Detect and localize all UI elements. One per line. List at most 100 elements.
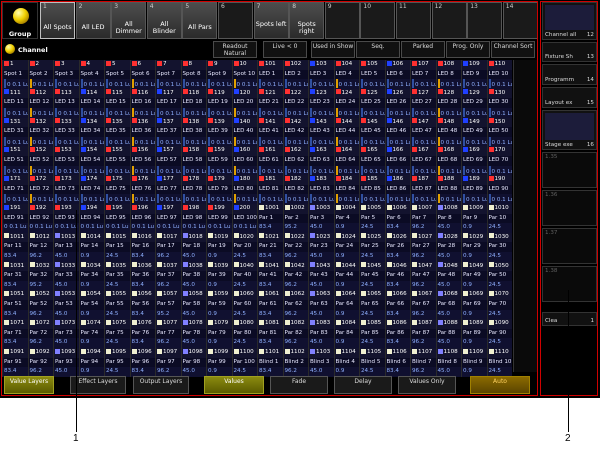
channel-number-cell[interactable]: 1082	[282, 319, 308, 329]
value-cell[interactable]: 0 0.1 Lu	[359, 194, 385, 204]
value-cell[interactable]: 0 0.1 Lu	[257, 136, 283, 147]
fixture-name-cell[interactable]: Par 96	[129, 357, 155, 368]
fixture-name-cell[interactable]: Par 28	[435, 242, 461, 252]
channel-number-cell[interactable]: 108	[435, 60, 461, 70]
value-cell[interactable]: 0 0.1 Lu	[384, 136, 410, 147]
value-cell[interactable]: 24.5	[486, 223, 512, 233]
group-cell-2[interactable]: 2 All LED	[75, 2, 111, 39]
group-cell-8[interactable]: 8 Spots right	[289, 2, 325, 39]
fixture-name-cell[interactable]: LED 60	[231, 156, 257, 166]
fixture-name-cell[interactable]: Par 16	[129, 242, 155, 252]
value-cell[interactable]: 0 0.1 Lu	[129, 165, 155, 176]
channel-number-cell[interactable]: 1073	[53, 319, 79, 329]
channel-number-cell[interactable]: 1050	[486, 261, 512, 272]
fixture-name-cell[interactable]: LED 36	[129, 127, 155, 137]
fixture-name-cell[interactable]: Par 36	[129, 271, 155, 281]
fixture-name-cell[interactable]: Spot 2	[27, 69, 53, 80]
channel-number-cell[interactable]: 1044	[333, 261, 359, 272]
value-cell[interactable]: 0 0.1 Lu	[78, 108, 104, 118]
fixture-name-cell[interactable]: LED 64	[333, 156, 359, 166]
channel-number-cell[interactable]: 1068	[435, 290, 461, 300]
channel-number-cell[interactable]: 1105	[359, 348, 385, 358]
value-cell[interactable]: 0 0.1 Lu	[27, 194, 53, 204]
channel-number-cell[interactable]: 1007	[410, 204, 436, 214]
fixture-name-cell[interactable]: Par 46	[384, 271, 410, 281]
value-cell[interactable]: 0 0.1 Lu	[486, 194, 512, 204]
channel-number-cell[interactable]: 1085	[359, 319, 385, 329]
value-cell[interactable]: 0 0.1 Lu	[180, 165, 206, 176]
value-cell[interactable]: 0 0.1 Lu	[27, 223, 53, 233]
value-cell[interactable]: 0 0.1 Lu	[231, 223, 257, 233]
fixture-name-cell[interactable]: Blind 2	[282, 357, 308, 368]
fixture-name-cell[interactable]: LED 49	[461, 127, 487, 137]
channel-number-cell[interactable]: 194	[78, 204, 104, 214]
value-cell[interactable]: 0.9	[461, 252, 487, 262]
fixture-name-cell[interactable]: Par 76	[129, 328, 155, 339]
value-cell[interactable]: 83.4	[2, 338, 28, 348]
value-cell[interactable]: 45.0	[180, 309, 206, 320]
value-cell[interactable]: 0 0.1 Lu	[104, 165, 130, 176]
channel-number-cell[interactable]: 7	[155, 60, 181, 70]
value-cell[interactable]: 0 0.1 Lu	[2, 136, 28, 147]
fixture-name-cell[interactable]: LED 27	[410, 98, 436, 108]
value-cell[interactable]: 0 0.1 Lu	[359, 165, 385, 176]
fixture-name-cell[interactable]: LED 42	[282, 127, 308, 137]
value-cell[interactable]: 45.0	[435, 280, 461, 291]
channel-number-cell[interactable]: 1080	[231, 319, 257, 329]
fixture-name-cell[interactable]: LED 89	[461, 184, 487, 195]
channel-number-cell[interactable]: 169	[461, 146, 487, 156]
value-cell[interactable]: 0 0.1 Lu	[129, 194, 155, 204]
fixture-name-cell[interactable]: LED 52	[27, 156, 53, 166]
fixture-name-cell[interactable]: LED 96	[129, 213, 155, 224]
fixture-name-cell[interactable]: Blind 4	[333, 357, 359, 368]
channel-number-cell[interactable]: 1019	[206, 232, 232, 243]
channel-number-cell[interactable]: 126	[384, 88, 410, 99]
fixture-name-cell[interactable]: Par 34	[78, 271, 104, 281]
channel-number-cell[interactable]: 177	[155, 175, 181, 185]
value-cell[interactable]: 95.2	[155, 309, 181, 320]
fixture-name-cell[interactable]: Par 57	[155, 300, 181, 310]
fixture-name-cell[interactable]: LED 34	[78, 127, 104, 137]
fixture-name-cell[interactable]: Par 14	[78, 242, 104, 252]
channel-number-cell[interactable]: 1108	[435, 348, 461, 358]
group-cell-11[interactable]: 11	[396, 2, 431, 39]
toolbar-button-4[interactable]: Values	[204, 376, 264, 394]
fixture-name-cell[interactable]: LED 20	[231, 98, 257, 108]
toolbar-button-7[interactable]: Values Only	[398, 376, 456, 394]
value-cell[interactable]: 0 0.1 Lu	[104, 223, 130, 233]
fixture-name-cell[interactable]: LED 72	[27, 184, 53, 195]
value-cell[interactable]: 0 0.1 Lu	[486, 79, 512, 89]
fixture-name-cell[interactable]: Par 68	[435, 300, 461, 310]
fixture-name-cell[interactable]: LED 54	[78, 156, 104, 166]
channel-number-cell[interactable]: 170	[486, 146, 512, 156]
value-cell[interactable]: 45.0	[53, 280, 79, 291]
value-cell[interactable]: 0 0.1 Lu	[2, 223, 28, 233]
fixture-name-cell[interactable]: Par 49	[461, 271, 487, 281]
header-button-4[interactable]: Seq.	[356, 41, 400, 58]
channel-number-cell[interactable]: 1096	[129, 348, 155, 358]
fixture-name-cell[interactable]: LED 56	[129, 156, 155, 166]
channel-number-cell[interactable]: 1036	[129, 261, 155, 272]
value-cell[interactable]: 96.2	[410, 223, 436, 233]
channel-number-cell[interactable]: 1020	[231, 232, 257, 243]
channel-number-cell[interactable]: 117	[155, 88, 181, 99]
channel-number-cell[interactable]: 1015	[104, 232, 130, 243]
fixture-name-cell[interactable]: Par 70	[486, 300, 512, 310]
fixture-name-cell[interactable]: Par 4	[333, 213, 359, 224]
view-box-1[interactable]: Channel all 12	[542, 2, 597, 40]
value-cell[interactable]: 83.4	[2, 309, 28, 320]
fixture-name-cell[interactable]: LED 71	[2, 184, 28, 195]
fixture-name-cell[interactable]: Par 79	[206, 328, 232, 339]
channel-number-cell[interactable]: 5	[104, 60, 130, 70]
fixture-name-cell[interactable]: Par 17	[155, 242, 181, 252]
channel-number-cell[interactable]: 1013	[53, 232, 79, 243]
value-cell[interactable]: 83.4	[257, 223, 283, 233]
group-cell-13[interactable]: 13	[467, 2, 503, 39]
value-cell[interactable]: 0 0.1 Lu	[27, 136, 53, 147]
channel-number-cell[interactable]: 123	[308, 88, 334, 99]
channel-number-cell[interactable]: 1091	[2, 348, 28, 358]
channel-number-cell[interactable]: 3	[53, 60, 79, 70]
channel-number-cell[interactable]: 1027	[410, 232, 436, 243]
value-cell[interactable]: 0 0.1 Lu	[359, 136, 385, 147]
channel-number-cell[interactable]: 1060	[231, 290, 257, 300]
